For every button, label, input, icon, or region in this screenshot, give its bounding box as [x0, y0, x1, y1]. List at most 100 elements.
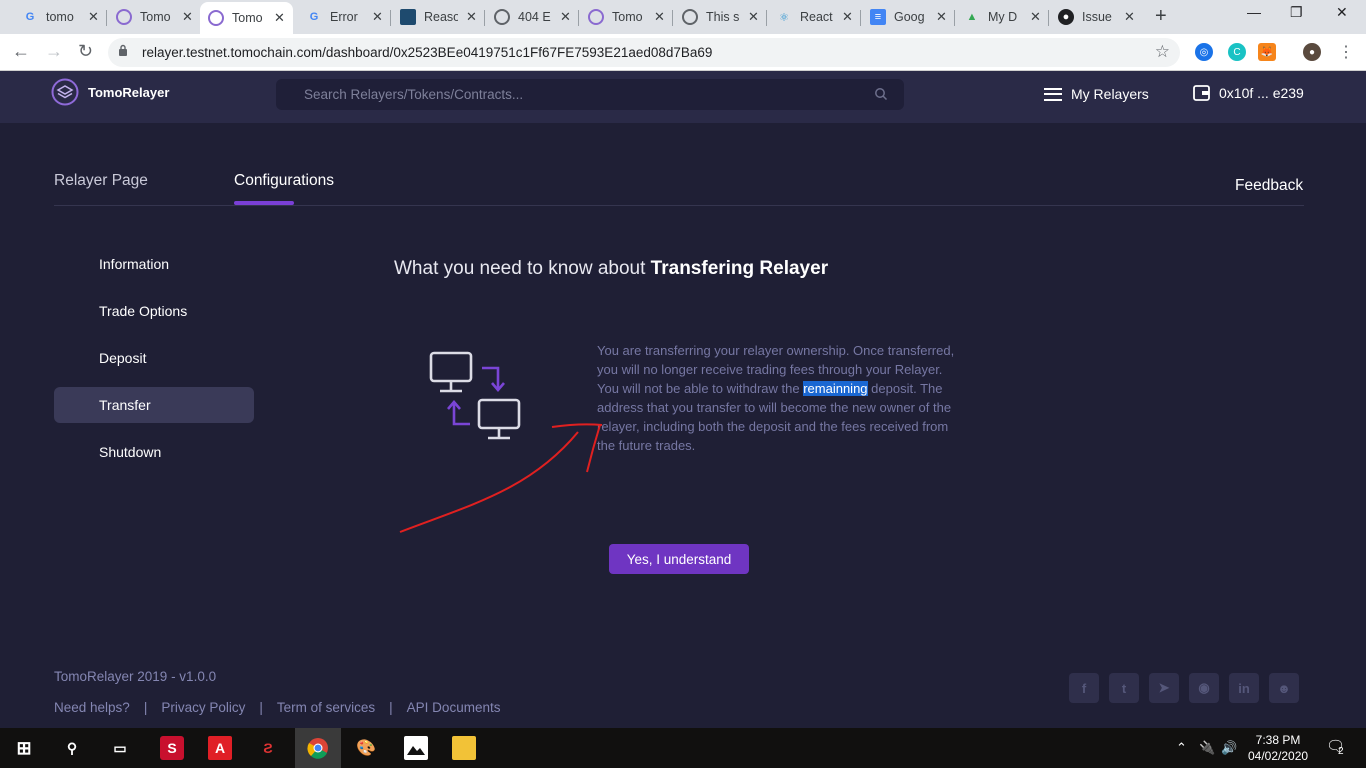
browser-menu-icon[interactable]: ⋮ [1337, 43, 1355, 61]
app-icon[interactable]: Ƨ [256, 736, 280, 760]
browser-tab[interactable]: This s ✕ [674, 2, 767, 32]
photos-icon[interactable] [404, 736, 428, 760]
browser-tab[interactable]: G Error ✕ [298, 2, 391, 32]
close-icon[interactable]: ✕ [182, 9, 193, 25]
footer-link-help[interactable]: Need helps? [54, 700, 130, 715]
browser-tab[interactable]: Reaso ✕ [392, 2, 485, 32]
footer-link-terms[interactable]: Term of services [277, 700, 375, 715]
sidebar-item-transfer[interactable]: Transfer [54, 387, 254, 423]
task-view-icon[interactable]: ▭ [108, 736, 132, 760]
linkedin-icon[interactable]: in [1229, 673, 1259, 703]
close-icon[interactable]: ✕ [466, 9, 477, 25]
app-header: TomoRelayer My Relayers 0x10f ... e239 [0, 71, 1366, 123]
footer-link-privacy[interactable]: Privacy Policy [161, 700, 245, 715]
close-icon[interactable]: ✕ [372, 9, 383, 25]
system-clock[interactable]: 7:38 PM 04/02/2020 [1248, 732, 1308, 764]
new-tab-button[interactable]: + [1155, 5, 1167, 28]
tab-configurations[interactable]: Configurations [234, 172, 334, 190]
hamburger-icon [1044, 87, 1062, 101]
clock-time: 7:38 PM [1255, 733, 1301, 747]
browser-tab[interactable]: Tomo ✕ [580, 2, 673, 32]
back-icon[interactable]: ← [12, 41, 30, 62]
minimize-button[interactable]: — [1247, 4, 1261, 20]
browser-tab-title: Goog [894, 10, 925, 24]
sketchup-icon[interactable]: S [160, 736, 184, 760]
close-window-button[interactable]: ✕ [1336, 4, 1348, 21]
notification-count: 2 [1338, 746, 1344, 757]
browser-tab[interactable]: 404 E ✕ [486, 2, 579, 32]
battery-icon[interactable]: 🔌 [1199, 740, 1215, 756]
close-icon[interactable]: ✕ [1030, 9, 1041, 25]
autocad-icon[interactable]: A [208, 736, 232, 760]
browser-tab[interactable]: ≡ Goog ✕ [862, 2, 955, 32]
reload-icon[interactable]: ↻ [78, 41, 93, 62]
search-icon[interactable]: ⚲ [60, 736, 84, 760]
search-input[interactable] [276, 79, 904, 110]
close-icon[interactable]: ✕ [560, 9, 571, 25]
browser-tab[interactable]: ▲ My D ✕ [956, 2, 1049, 32]
bookmark-star-icon[interactable]: ☆ [1155, 42, 1170, 62]
my-relayers-button[interactable]: My Relayers [1044, 86, 1149, 102]
sidebar-item-information[interactable]: Information [54, 246, 254, 282]
google-icon: G [25, 11, 35, 23]
chrome-icon[interactable] [306, 736, 330, 760]
browser-tab-title: React [800, 10, 833, 24]
tab-divider [54, 205, 1304, 206]
tab-relayer-page[interactable]: Relayer Page [54, 172, 148, 190]
metamask-icon[interactable]: 🦊 [1258, 43, 1276, 61]
sidebar-item-trade-options[interactable]: Trade Options [54, 293, 254, 329]
browser-tab-title: Reaso [424, 10, 458, 24]
tomorelayer-logo-icon[interactable] [51, 78, 79, 106]
facebook-icon[interactable]: f [1069, 673, 1099, 703]
globe-icon [494, 9, 510, 25]
forward-icon[interactable]: → [45, 41, 63, 62]
browser-tab[interactable]: ⚛ React ✕ [768, 2, 861, 32]
close-icon[interactable]: ✕ [274, 10, 285, 26]
globe-icon [682, 9, 698, 25]
confirm-understand-button[interactable]: Yes, I understand [609, 544, 749, 574]
close-icon[interactable]: ✕ [842, 9, 853, 25]
brand-name[interactable]: TomoRelayer [88, 85, 169, 100]
browser-tab[interactable]: ● Issue ✕ [1050, 2, 1143, 32]
profile-avatar[interactable]: ● [1303, 43, 1321, 61]
maximize-button[interactable]: ❐ [1290, 4, 1303, 21]
file-explorer-icon[interactable] [452, 736, 476, 760]
paint-icon[interactable]: 🎨 [354, 736, 378, 760]
browser-tab-title: Tomo [612, 10, 643, 24]
twitter-icon[interactable]: t [1109, 673, 1139, 703]
windows-start-icon[interactable]: ⊞ [12, 736, 36, 760]
browser-tab[interactable]: G tomo ✕ [14, 2, 107, 32]
url-text[interactable]: relayer.testnet.tomochain.com/dashboard/… [142, 45, 712, 60]
extension-icon[interactable]: C [1228, 43, 1246, 61]
page-title: What you need to know about Transfering … [394, 258, 828, 280]
search-icon[interactable] [874, 87, 888, 101]
drive-icon: ▲ [966, 11, 978, 23]
telegram-icon[interactable]: ➤ [1149, 673, 1179, 703]
close-icon[interactable]: ✕ [88, 9, 99, 25]
footer-link-api-docs[interactable]: API Documents [407, 700, 501, 715]
extension-icon[interactable]: ◎ [1195, 43, 1213, 61]
close-icon[interactable]: ✕ [748, 9, 759, 25]
wallet-button[interactable]: 0x10f ... e239 [1193, 85, 1304, 101]
sidebar-item-shutdown[interactable]: Shutdown [54, 434, 254, 470]
close-icon[interactable]: ✕ [654, 9, 665, 25]
lock-icon [119, 44, 127, 56]
transfer-warning-text: You are transferring your relayer owners… [597, 341, 967, 455]
browser-tab-active[interactable]: Tomo ✕ [200, 2, 293, 34]
volume-icon[interactable]: 🔊 [1221, 740, 1237, 756]
browser-tab[interactable]: Tomo ✕ [108, 2, 201, 32]
feedback-link[interactable]: Feedback [1235, 177, 1303, 195]
chevron-up-icon[interactable]: ⌃ [1176, 740, 1187, 756]
reddit-icon[interactable]: ☻ [1269, 673, 1299, 703]
tomo-icon [116, 9, 132, 25]
windows-taskbar: ⊞ ⚲ ▭ S A Ƨ 🎨 ⌃ 🔌 🔊 7:38 PM 04/02/2020 🗨… [0, 728, 1366, 768]
browser-tab-strip: G tomo ✕ Tomo ✕ Tomo ✕ G Error ✕ Reaso ✕… [0, 0, 1366, 34]
wallet-icon [1193, 85, 1210, 101]
close-icon[interactable]: ✕ [936, 9, 947, 25]
address-bar[interactable]: relayer.testnet.tomochain.com/dashboard/… [108, 38, 1180, 67]
github-icon: ● [1058, 9, 1074, 25]
close-icon[interactable]: ✕ [1124, 9, 1135, 25]
github-icon[interactable]: ◉ [1189, 673, 1219, 703]
browser-tab-title: Issue [1082, 10, 1112, 24]
sidebar-item-deposit[interactable]: Deposit [54, 340, 254, 376]
